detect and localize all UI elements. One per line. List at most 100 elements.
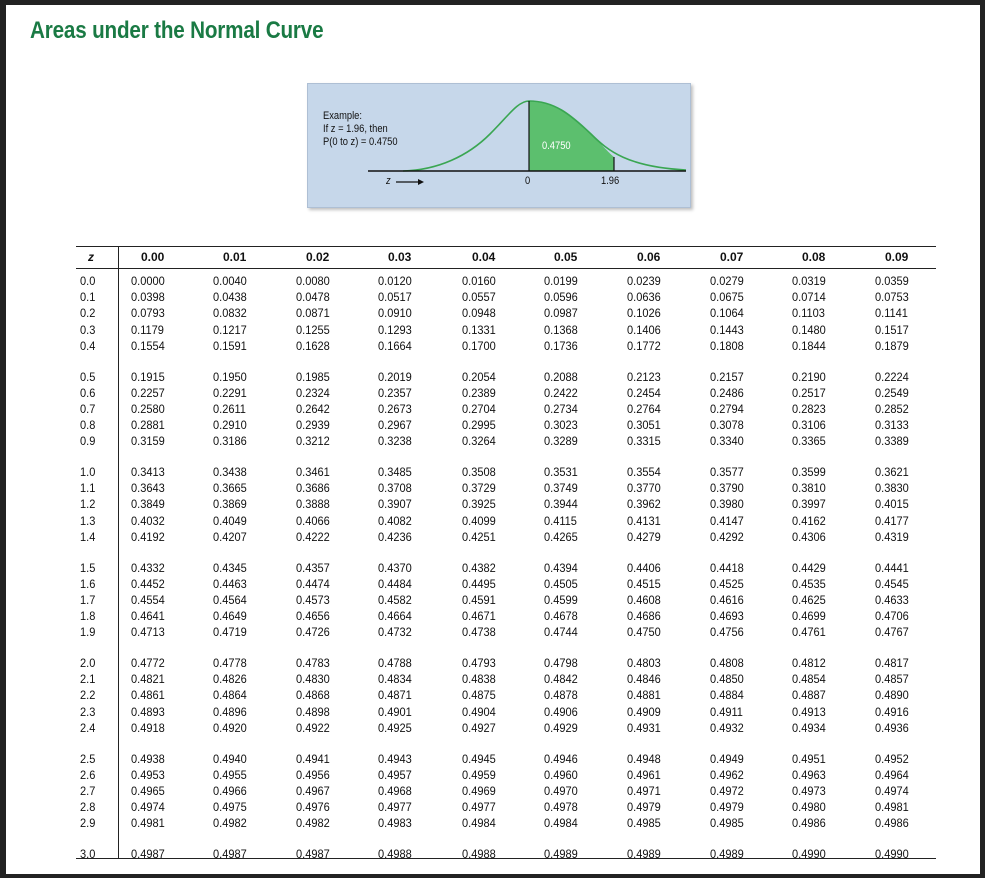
table-cell: 0.0753 <box>875 290 909 305</box>
example-label: Example: <box>323 110 362 122</box>
table-cell: 0.4798 <box>544 656 578 670</box>
table-cell: 0.4525 <box>710 576 744 591</box>
table-cell: 0.4985 <box>710 816 744 831</box>
table-cell: 0.4474 <box>296 576 330 591</box>
table-cell: 0.2486 <box>710 385 744 400</box>
table-cell: 0.2642 <box>296 401 330 416</box>
table-cell: 0.4951 <box>792 751 826 766</box>
table-cell: 0.4452 <box>131 576 165 591</box>
table-cell: 0.4192 <box>131 529 165 544</box>
z-value: 2.9 <box>80 816 96 831</box>
table-cell: 0.4974 <box>875 783 909 798</box>
page-title: Areas under the Normal Curve <box>30 17 324 44</box>
table-cell: 0.1406 <box>627 322 661 337</box>
z-value: 1.3 <box>80 513 96 528</box>
table-cell: 0.4932 <box>710 720 744 735</box>
table-cell: 0.3790 <box>710 481 744 496</box>
table-cell: 0.2611 <box>213 401 246 416</box>
table-cell: 0.3907 <box>378 497 412 512</box>
table-cell: 0.4979 <box>710 800 744 815</box>
table-cell: 0.4846 <box>627 672 661 687</box>
table-cell: 0.4608 <box>627 592 661 607</box>
table-cell: 0.4671 <box>462 609 496 624</box>
table-cell: 0.3830 <box>875 481 909 496</box>
table-cell: 0.3485 <box>378 465 412 479</box>
table-cell: 0.4738 <box>462 625 496 640</box>
table-cell: 0.4719 <box>213 625 247 640</box>
table-cell: 0.4948 <box>627 751 661 766</box>
table-cell: 0.4505 <box>544 576 578 591</box>
table-cell: 0.4968 <box>378 783 412 798</box>
z-value: 0.9 <box>80 434 96 449</box>
table-cell: 0.4115 <box>544 513 577 528</box>
table-cell: 0.3729 <box>462 481 496 496</box>
table-cell: 0.4922 <box>296 720 330 735</box>
table-cell: 0.4693 <box>710 609 744 624</box>
table-cell: 0.3770 <box>627 481 661 496</box>
table-cell: 0.4983 <box>378 816 412 831</box>
table-cell: 0.3238 <box>378 434 412 449</box>
z-value: 2.5 <box>80 751 96 766</box>
table-cell: 0.4952 <box>875 751 909 766</box>
table-cell: 0.3810 <box>792 481 826 496</box>
table-cell: 0.4969 <box>462 783 496 798</box>
table-cell: 0.3599 <box>792 465 826 479</box>
table-cell: 0.4896 <box>213 704 247 719</box>
table-cell: 0.0239 <box>627 274 661 288</box>
table-cell: 0.4564 <box>213 592 247 607</box>
table-cell: 0.4884 <box>710 688 744 703</box>
table-cell: 0.4545 <box>875 576 909 591</box>
table-cell: 0.4893 <box>131 704 165 719</box>
table-cell: 0.4429 <box>792 560 826 575</box>
table-cell: 0.0557 <box>462 290 496 305</box>
table-cell: 0.4382 <box>462 560 496 575</box>
table-cell: 0.1950 <box>213 369 247 384</box>
table-cell: 0.4706 <box>875 609 909 624</box>
table-cell: 0.2852 <box>875 401 909 416</box>
table-cell: 0.4842 <box>544 672 578 687</box>
table-cell: 0.4515 <box>627 576 661 591</box>
z-value: 1.4 <box>80 529 96 544</box>
table-cell: 0.4463 <box>213 576 247 591</box>
table-cell: 0.4854 <box>792 672 826 687</box>
table-cell: 0.4406 <box>627 560 661 575</box>
table-cell: 0.3159 <box>131 434 165 449</box>
table-cell: 0.4946 <box>544 751 578 766</box>
table-cell: 0.3023 <box>544 418 578 433</box>
table-cell: 0.4713 <box>131 625 165 640</box>
z-value: 2.6 <box>80 767 96 782</box>
table-cell: 0.2794 <box>710 401 744 416</box>
table-cell: 0.2422 <box>544 385 578 400</box>
z-value: 0.8 <box>80 418 96 433</box>
table-cell: 0.4916 <box>875 704 909 719</box>
table-cell: 0.0438 <box>213 290 247 305</box>
table-cell: 0.0319 <box>792 274 826 288</box>
document-page: Areas under the Normal Curve Example: If… <box>6 5 980 874</box>
z-value: 0.3 <box>80 322 96 337</box>
table-cell: 0.4573 <box>296 592 330 607</box>
table-cell: 0.4975 <box>213 800 247 815</box>
table-cell: 0.4306 <box>792 529 826 544</box>
table-cell: 0.2881 <box>131 418 165 433</box>
table-cell: 0.4756 <box>710 625 744 640</box>
table-cell: 0.4633 <box>875 592 909 607</box>
column-header: 0.06 <box>637 250 661 264</box>
z-value: 0.1 <box>80 290 96 305</box>
table-cell: 0.0871 <box>296 306 330 321</box>
table-cell: 0.4986 <box>875 816 909 831</box>
z-value: 2.0 <box>80 656 96 670</box>
table-cell: 0.4292 <box>710 529 744 544</box>
table-cell: 0.3962 <box>627 497 661 512</box>
table-cell: 0.3944 <box>544 497 578 512</box>
table-cell: 0.2704 <box>462 401 496 416</box>
table-cell: 0.0517 <box>378 290 412 305</box>
table-cell: 0.4959 <box>462 767 496 782</box>
table-cell: 0.0675 <box>710 290 744 305</box>
table-cell: 0.3554 <box>627 465 661 479</box>
table-cell: 0.2054 <box>462 369 496 384</box>
z-value: 0.6 <box>80 385 96 400</box>
table-cell: 0.4821 <box>131 672 165 687</box>
table-cell: 0.0596 <box>544 290 578 305</box>
table-cell: 0.0714 <box>792 290 826 305</box>
table-cell: 0.4861 <box>131 688 165 703</box>
